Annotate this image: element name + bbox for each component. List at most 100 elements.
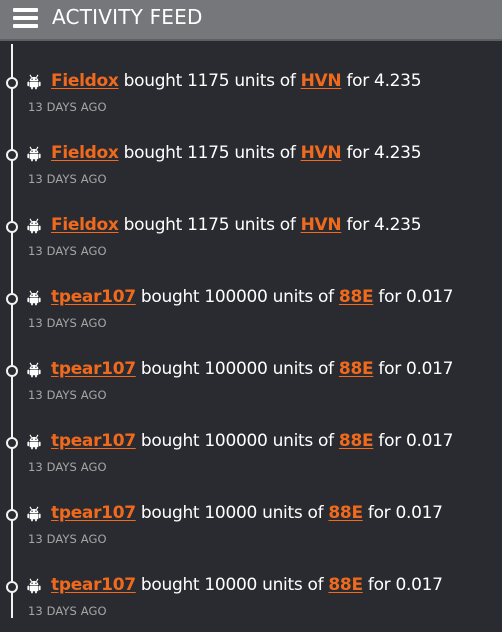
feed-item: Fieldox bought 1175 units of HVN for 4.2… <box>0 128 502 200</box>
user-link[interactable]: tpear107 <box>51 503 136 523</box>
quantity-text: 100000 <box>204 359 268 379</box>
timeline-dot-icon <box>6 581 18 593</box>
timeline-dot-icon <box>6 77 18 89</box>
units-text: units of <box>272 287 334 307</box>
menu-bar <box>13 16 38 20</box>
action-text: bought <box>123 71 183 91</box>
timeline-dot-icon <box>6 293 18 305</box>
feed-item: tpear107 bought 10000 units of 88E for 0… <box>0 560 502 632</box>
android-robot-icon <box>27 74 41 90</box>
price-prefix-text: for <box>367 503 391 523</box>
price-text: 0.017 <box>406 359 454 379</box>
quantity-text: 100000 <box>204 431 268 451</box>
quantity-text: 10000 <box>204 575 257 595</box>
price-text: 4.235 <box>374 71 422 91</box>
action-text: bought <box>123 215 183 235</box>
ticker-link[interactable]: 88E <box>339 431 374 451</box>
feed-item: tpear107 bought 100000 units of 88E for … <box>0 344 502 416</box>
feed-item: tpear107 bought 100000 units of 88E for … <box>0 416 502 488</box>
feed-item: Fieldox bought 1175 units of HVN for 4.2… <box>0 200 502 272</box>
timeline-dot-icon <box>6 221 18 233</box>
ticker-link[interactable]: 88E <box>339 359 374 379</box>
action-text: bought <box>140 503 200 523</box>
activity-text: tpear107 bought 100000 units of 88E for … <box>51 430 453 452</box>
price-prefix-text: for <box>346 215 369 235</box>
app-header: ACTIVITY FEED <box>0 0 502 41</box>
price-prefix-text: for <box>378 431 401 451</box>
units-text: units of <box>272 359 334 379</box>
quantity-text: 1175 <box>187 215 230 235</box>
ticker-link[interactable]: HVN <box>301 71 342 91</box>
units-text: units of <box>234 143 296 163</box>
feed-item: tpear107 bought 100000 units of 88E for … <box>0 272 502 344</box>
timestamp: 13 DAYS AGO <box>28 244 107 258</box>
price-prefix-text: for <box>378 287 401 307</box>
price-text: 0.017 <box>395 575 443 595</box>
menu-bar <box>13 8 38 12</box>
timeline-dot-icon <box>6 149 18 161</box>
action-text: bought <box>123 143 183 163</box>
quantity-text: 10000 <box>204 503 257 523</box>
action-text: bought <box>140 575 200 595</box>
units-text: units of <box>262 503 324 523</box>
user-link[interactable]: tpear107 <box>51 287 136 307</box>
page-title: ACTIVITY FEED <box>52 5 203 29</box>
android-robot-icon <box>27 362 41 378</box>
quantity-text: 100000 <box>204 287 268 307</box>
price-text: 0.017 <box>406 431 454 451</box>
user-link[interactable]: tpear107 <box>51 359 136 379</box>
action-text: bought <box>140 359 200 379</box>
timeline-dot-icon <box>6 365 18 377</box>
units-text: units of <box>262 575 324 595</box>
timeline-dot-icon <box>6 437 18 449</box>
timestamp: 13 DAYS AGO <box>28 604 107 618</box>
user-link[interactable]: tpear107 <box>51 575 136 595</box>
hamburger-menu-icon[interactable] <box>13 8 38 28</box>
timestamp: 13 DAYS AGO <box>28 100 107 114</box>
ticker-link[interactable]: HVN <box>301 143 342 163</box>
timestamp: 13 DAYS AGO <box>28 388 107 402</box>
price-prefix-text: for <box>346 143 369 163</box>
ticker-link[interactable]: HVN <box>301 215 342 235</box>
units-text: units of <box>272 431 334 451</box>
timestamp: 13 DAYS AGO <box>28 532 107 546</box>
timestamp: 13 DAYS AGO <box>28 316 107 330</box>
activity-text: tpear107 bought 10000 units of 88E for 0… <box>51 502 443 524</box>
user-link[interactable]: tpear107 <box>51 431 136 451</box>
quantity-text: 1175 <box>187 143 230 163</box>
price-prefix-text: for <box>367 575 391 595</box>
android-robot-icon <box>27 434 41 450</box>
price-prefix-text: for <box>346 71 369 91</box>
user-link[interactable]: Fieldox <box>51 71 119 91</box>
android-robot-icon <box>27 218 41 234</box>
feed-item: Fieldox bought 1175 units of HVN for 4.2… <box>0 56 502 128</box>
activity-text: tpear107 bought 10000 units of 88E for 0… <box>51 574 443 596</box>
activity-text: Fieldox bought 1175 units of HVN for 4.2… <box>51 214 422 236</box>
activity-text: Fieldox bought 1175 units of HVN for 4.2… <box>51 70 422 92</box>
price-text: 4.235 <box>374 143 422 163</box>
action-text: bought <box>140 287 200 307</box>
timestamp: 13 DAYS AGO <box>28 460 107 474</box>
menu-bar <box>13 24 38 28</box>
user-link[interactable]: Fieldox <box>51 143 119 163</box>
ticker-link[interactable]: 88E <box>339 287 374 307</box>
activity-text: tpear107 bought 100000 units of 88E for … <box>51 358 453 380</box>
action-text: bought <box>140 431 200 451</box>
quantity-text: 1175 <box>187 71 230 91</box>
timeline-dot-icon <box>6 509 18 521</box>
user-link[interactable]: Fieldox <box>51 215 119 235</box>
activity-text: Fieldox bought 1175 units of HVN for 4.2… <box>51 142 422 164</box>
android-robot-icon <box>27 146 41 162</box>
android-robot-icon <box>27 506 41 522</box>
ticker-link[interactable]: 88E <box>328 575 363 595</box>
units-text: units of <box>234 71 296 91</box>
timestamp: 13 DAYS AGO <box>28 172 107 186</box>
activity-text: tpear107 bought 100000 units of 88E for … <box>51 286 453 308</box>
price-prefix-text: for <box>378 359 401 379</box>
android-robot-icon <box>27 578 41 594</box>
android-robot-icon <box>27 290 41 306</box>
price-text: 4.235 <box>374 215 422 235</box>
feed-item: tpear107 bought 10000 units of 88E for 0… <box>0 488 502 560</box>
ticker-link[interactable]: 88E <box>328 503 363 523</box>
units-text: units of <box>234 215 296 235</box>
